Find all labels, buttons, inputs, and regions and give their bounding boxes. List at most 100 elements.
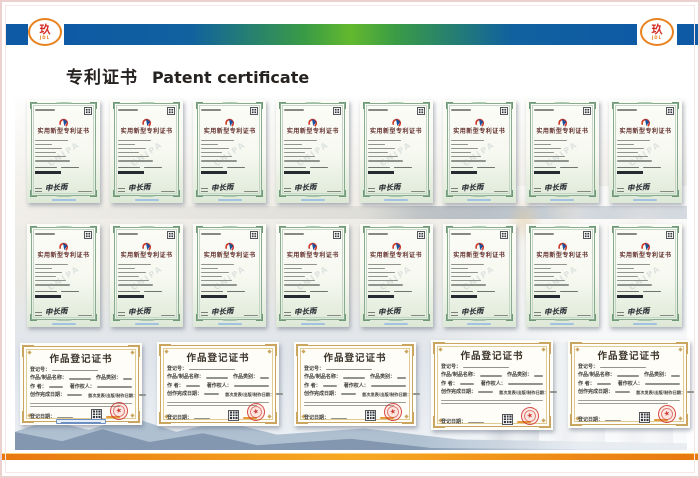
header-bar-right (677, 24, 699, 45)
text-line (284, 291, 306, 292)
text-line (201, 272, 228, 274)
text-line (560, 291, 578, 292)
certificate-number-line (118, 109, 138, 111)
copyright-registration-certificate: 作品登记证书 登记号： 作品/制品名称： 作品类别： 作 者： (157, 342, 279, 426)
barcode (35, 171, 61, 174)
certificate-caption-line (135, 199, 159, 201)
border-bottom-ornament (139, 319, 155, 321)
patent-certificate-title: 实用新型专利证书 (35, 250, 92, 259)
text-line (451, 144, 468, 146)
text-line (118, 268, 135, 270)
patent-field-lines (617, 137, 674, 162)
patent-certificate-title: 实用新型专利证书 (201, 250, 258, 259)
work-name-label: 作品/制品名称： (30, 376, 67, 381)
commissioner-signature: 申长雨 (627, 307, 650, 317)
certificate-caption-line (550, 323, 574, 325)
text-line (534, 140, 567, 142)
certificate-caption-line (467, 199, 491, 201)
text-line (201, 167, 223, 168)
cnipa-logo (474, 113, 485, 124)
text-line (35, 264, 68, 266)
text-line (534, 315, 541, 316)
work-type-value-line (123, 378, 132, 380)
publish-date-value-line (139, 394, 146, 396)
text-line (617, 191, 624, 192)
text-line (35, 167, 57, 168)
copyright-certificate-title: 作品登记证书 (30, 351, 132, 365)
text-line (441, 403, 531, 404)
signature-row: 申长雨 (201, 184, 258, 192)
patent-certificate-title: 实用新型专利证书 (534, 250, 591, 259)
text-line (35, 315, 42, 316)
certificate-caption-line (52, 199, 76, 201)
text-line (534, 272, 561, 274)
owner-value-line (645, 383, 680, 385)
text-line (368, 144, 385, 146)
certificate-body: 实用新型专利证书 (368, 231, 425, 316)
issue-date-line (78, 191, 92, 192)
signature-row: 申长雨 (118, 308, 175, 316)
text-line (118, 272, 145, 274)
signature-row: 申长雨 (368, 184, 425, 192)
commissioner-label (35, 187, 42, 192)
creation-date-label: 创作完成日期： (441, 390, 476, 395)
text-line (201, 156, 232, 158)
text-line (534, 280, 565, 282)
certificate-body: 实用新型专利证书 (451, 107, 508, 192)
qr-code (167, 107, 175, 115)
creation-date-label: 创作完成日期： (578, 390, 613, 395)
text-line (35, 160, 70, 162)
official-red-seal (656, 403, 677, 424)
text-line (118, 148, 145, 150)
work-name-label: 作品/制品名称： (304, 375, 341, 380)
certificate-body: 实用新型专利证书 (201, 231, 258, 316)
text-line (201, 191, 208, 192)
presentation-slide: 玖 JDL 玖 JDL 专利证书 Patent certificate CNIP… (0, 0, 700, 478)
text-line (368, 312, 375, 313)
text-line (368, 156, 399, 158)
reg-no-label: 登记号： (167, 367, 187, 372)
copyright-registration-certificate: 作品登记证书 登记号： 作品/制品名称： 作品类别： 作 者： (20, 343, 142, 425)
text-line (201, 315, 208, 316)
certificate-body: 实用新型专利证书 (368, 107, 425, 192)
signature-row: 申长雨 (35, 184, 92, 192)
commissioner-signature: 申长雨 (544, 307, 567, 317)
text-line (534, 156, 565, 158)
text-line (284, 140, 317, 142)
text-line (118, 167, 140, 168)
patent-certificate: CNIPA 实用新型专利证书 (443, 100, 516, 203)
patent-field-lines (118, 137, 175, 162)
patent-certificate: CNIPA 实用新型专利证书 (110, 224, 183, 327)
certificate-number-line (368, 109, 388, 111)
grant-announcement-line (35, 291, 92, 292)
grant-announcement-line (451, 167, 508, 168)
patent-certificate: CNIPA 实用新型专利证书 (27, 100, 100, 203)
border-bottom-ornament (471, 319, 487, 321)
patent-field-lines (201, 261, 258, 286)
text-line (617, 148, 644, 150)
text-line (284, 191, 291, 192)
text-line (284, 315, 291, 316)
barcode (284, 171, 310, 174)
owner-label: 著作权人： (618, 382, 643, 387)
text-line (35, 272, 62, 274)
issue-date-line (494, 315, 508, 316)
cnipa-logo (557, 113, 568, 124)
work-name-value-line (343, 377, 365, 379)
border-bottom-ornament (637, 319, 653, 321)
work-type-label: 作品类别： (644, 373, 669, 378)
commissioner-label (451, 187, 458, 192)
text-line (368, 191, 375, 192)
company-logo: 玖 JDL (28, 18, 62, 46)
commissioner-signature: 申长雨 (294, 307, 317, 317)
barcode (118, 295, 144, 298)
certificate-body: 实用新型专利证书 (284, 231, 341, 316)
certificate-caption-line (52, 323, 76, 325)
signature-row: 申长雨 (35, 308, 92, 316)
text-line (201, 276, 222, 278)
copyright-registration-certificate: 作品登记证书 登记号： 作品/制品名称： 作品类别： 作 者： (568, 340, 690, 428)
certificate-caption-line (633, 323, 657, 325)
text-line (617, 167, 639, 168)
barcode (617, 171, 643, 174)
issue-date-line (577, 191, 591, 192)
